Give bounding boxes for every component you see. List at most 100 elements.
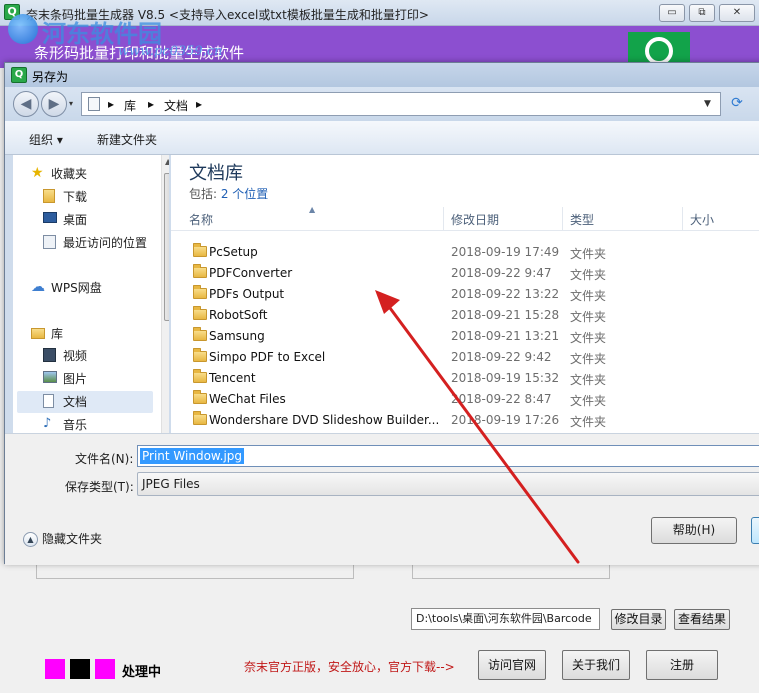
file-name: PcSetup (209, 245, 258, 259)
navigation-pane: ★ 收藏夹 下载 桌面 最近访问的位置 ☁ WPS网盘 库 视频 图片 文档 ♪… (13, 155, 169, 433)
file-list-pane: 文档库 包括: 2 个位置 ▲ 名称 修改日期 类型 大小 PcSetup 201… (171, 155, 759, 433)
file-name: WeChat Files (209, 392, 286, 406)
organize-menu-button[interactable]: 组织 ▾ (29, 131, 63, 148)
register-button[interactable]: 注册 (646, 650, 718, 680)
star-icon: ★ (31, 165, 44, 181)
help-button[interactable]: 帮助(H) (651, 517, 737, 544)
file-type: 文件夹 (570, 310, 607, 324)
file-type: 文件夹 (570, 394, 607, 408)
file-name: RobotSoft (209, 308, 268, 322)
documents-icon (43, 394, 54, 408)
nav-item-recent-places[interactable]: 最近访问的位置 (17, 232, 153, 254)
breadcrumb-separator-icon[interactable]: ▸ (196, 97, 202, 111)
close-button[interactable]: ✕ (719, 4, 755, 22)
save-type-label: 保存类型(T): (65, 480, 134, 494)
file-name: Tencent (209, 371, 256, 385)
file-type: 文件夹 (570, 268, 607, 282)
address-bar[interactable]: ▸ 库 ▸ 文档 ▸ ▼ (81, 92, 721, 116)
history-dropdown-icon[interactable]: ▾ (69, 99, 73, 108)
nav-item-label: 桌面 (63, 213, 88, 227)
column-name[interactable]: 名称 (189, 211, 213, 228)
dialog-bottom-area: 文件名(N): Print Window.jpg 保存类型(T): JPEG F… (5, 433, 759, 565)
view-results-button[interactable]: 查看结果 (674, 609, 730, 630)
nav-item-libraries[interactable]: 库 (17, 323, 153, 345)
breadcrumb-libraries[interactable]: 库 (124, 97, 136, 114)
file-date: 2018-09-19 17:49 (451, 245, 560, 259)
location-folder-icon (88, 97, 100, 111)
output-path-field[interactable]: D:\tools\桌面\河东软件园\Barcode (411, 608, 600, 630)
nav-item-music[interactable]: ♪ 音乐 (17, 414, 153, 433)
file-date: 2018-09-21 15:28 (451, 308, 560, 322)
settings-group-box (36, 563, 354, 579)
new-folder-button[interactable]: 新建文件夹 (97, 131, 157, 148)
about-us-button[interactable]: 关于我们 (562, 650, 630, 680)
watermark-logo-icon (8, 14, 38, 44)
nav-item-videos[interactable]: 视频 (17, 345, 153, 367)
file-date: 2018-09-22 9:47 (451, 266, 552, 280)
folder-icon (193, 264, 207, 278)
music-icon: ♪ (43, 416, 52, 431)
file-row[interactable]: Samsung 2018-09-21 13:21 文件夹 (171, 326, 759, 347)
hide-folders-toggle[interactable]: ▲ 隐藏文件夹 (23, 530, 102, 547)
nav-pane-scrollbar[interactable]: ▲ (161, 155, 169, 433)
promo-text: 奈末官方正版，安全放心，官方下载--> (244, 660, 455, 674)
nav-item-documents[interactable]: 文档 (17, 391, 153, 413)
nav-item-downloads[interactable]: 下载 (17, 186, 153, 208)
file-row[interactable]: Simpo PDF to Excel 2018-09-22 9:42 文件夹 (171, 347, 759, 368)
folder-icon (193, 390, 207, 404)
column-date-modified[interactable]: 修改日期 (451, 211, 499, 228)
nav-item-wps-cloud[interactable]: ☁ WPS网盘 (17, 277, 153, 299)
file-type: 文件夹 (570, 352, 607, 366)
filename-input[interactable]: Print Window.jpg (137, 445, 759, 467)
navigation-bar: ◀ ▶ ▾ ▸ 库 ▸ 文档 ▸ ▼ ⟳ (5, 87, 759, 121)
visit-website-button[interactable]: 访问官网 (478, 650, 546, 680)
nav-item-pictures[interactable]: 图片 (17, 368, 153, 390)
forward-arrow-icon[interactable]: ▶ (41, 91, 67, 117)
cloud-icon: ☁ (31, 279, 45, 295)
modify-directory-button[interactable]: 修改目录 (611, 609, 666, 630)
file-row[interactable]: RobotSoft 2018-09-21 15:28 文件夹 (171, 305, 759, 326)
file-type: 文件夹 (570, 247, 607, 261)
video-icon (43, 348, 56, 362)
scroll-up-icon[interactable]: ▲ (165, 157, 169, 166)
dialog-title: 另存为 (32, 70, 69, 84)
refresh-icon[interactable]: ⟳ (725, 93, 749, 115)
breadcrumb-separator-icon[interactable]: ▸ (108, 97, 114, 111)
file-row[interactable]: PDFs Output 2018-09-22 13:22 文件夹 (171, 284, 759, 305)
filename-value[interactable]: Print Window.jpg (140, 448, 245, 464)
file-date: 2018-09-22 13:22 (451, 287, 560, 301)
save-button[interactable] (751, 517, 759, 544)
file-type: 文件夹 (570, 289, 607, 303)
file-row[interactable]: PcSetup 2018-09-19 17:49 文件夹 (171, 242, 759, 263)
nav-item-desktop[interactable]: 桌面 (17, 209, 153, 231)
library-locations-link[interactable]: 2 个位置 (221, 187, 268, 201)
file-type: 文件夹 (570, 331, 607, 345)
file-date: 2018-09-22 8:47 (451, 392, 552, 406)
dialog-toolbar: 组织 ▾ 新建文件夹 (5, 121, 759, 155)
folder-icon (193, 243, 207, 257)
column-size[interactable]: 大小 (690, 211, 714, 228)
back-arrow-icon[interactable]: ◀ (13, 91, 39, 117)
folder-icon (193, 369, 207, 383)
address-dropdown-icon[interactable]: ▼ (704, 99, 711, 109)
library-icon (31, 328, 45, 339)
file-row[interactable]: Wondershare DVD Slideshow Builder... 2018… (171, 410, 759, 431)
breadcrumb-separator-icon[interactable]: ▸ (148, 97, 154, 111)
dialog-titlebar: Q 另存为 (5, 63, 759, 87)
breadcrumb-documents[interactable]: 文档 (164, 97, 188, 114)
maximize-button[interactable]: ⧉ (689, 4, 715, 22)
scrollbar-thumb[interactable] (164, 173, 169, 321)
column-type[interactable]: 类型 (570, 211, 594, 228)
save-type-select[interactable]: JPEG Files (137, 472, 759, 496)
nav-item-label: 图片 (63, 372, 88, 386)
nav-item-label: 文档 (63, 395, 88, 409)
nav-item-favorites[interactable]: ★ 收藏夹 (17, 163, 153, 185)
folder-icon (193, 327, 207, 341)
column-header: ▲ 名称 修改日期 类型 大小 (171, 205, 759, 231)
file-type: 文件夹 (570, 415, 607, 429)
folder-icon (193, 285, 207, 299)
file-row[interactable]: Tencent 2018-09-19 15:32 文件夹 (171, 368, 759, 389)
minimize-button[interactable]: ▭ (659, 4, 685, 22)
file-row[interactable]: WeChat Files 2018-09-22 8:47 文件夹 (171, 389, 759, 410)
file-row[interactable]: PDFConverter 2018-09-22 9:47 文件夹 (171, 263, 759, 284)
